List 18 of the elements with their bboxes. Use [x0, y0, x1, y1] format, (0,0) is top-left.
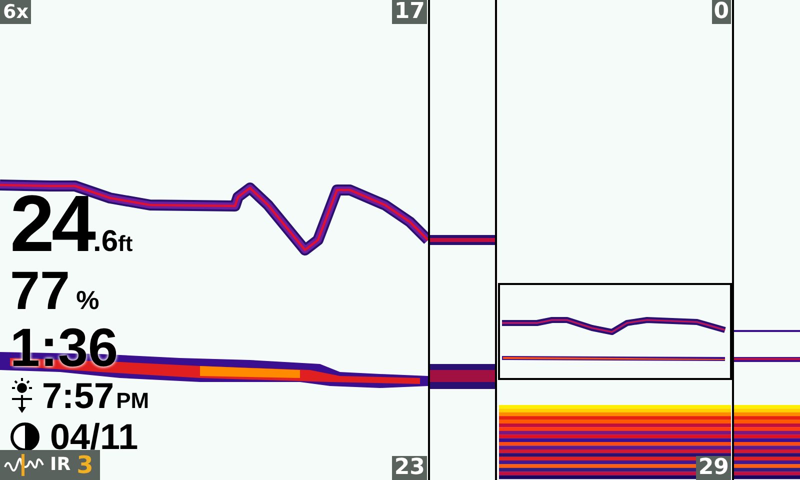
- sunset-time: 7:57: [42, 377, 114, 415]
- depth-reading: 24: [10, 186, 93, 262]
- sonar-wave-icon: [4, 453, 44, 477]
- depth-scale-top: 0: [712, 0, 731, 24]
- depth-scale-bottom: 23: [392, 456, 427, 480]
- zoom-label: 6x: [0, 0, 32, 24]
- moon-phase-icon: [10, 422, 40, 452]
- depth-fraction: .6: [92, 227, 118, 257]
- moon-date: 04/11: [50, 418, 138, 456]
- mode-value: 3: [76, 453, 94, 477]
- depth-scale-bottom: 29: [696, 456, 731, 480]
- depth-scale-top: 17: [392, 0, 427, 24]
- depth-unit: ft: [118, 233, 133, 255]
- percent-unit: %: [76, 287, 100, 313]
- percent-reading: 77: [10, 264, 70, 318]
- sunset-suffix: PM: [116, 390, 150, 412]
- sunset-icon: [10, 378, 34, 414]
- mode-label: IR: [50, 455, 71, 475]
